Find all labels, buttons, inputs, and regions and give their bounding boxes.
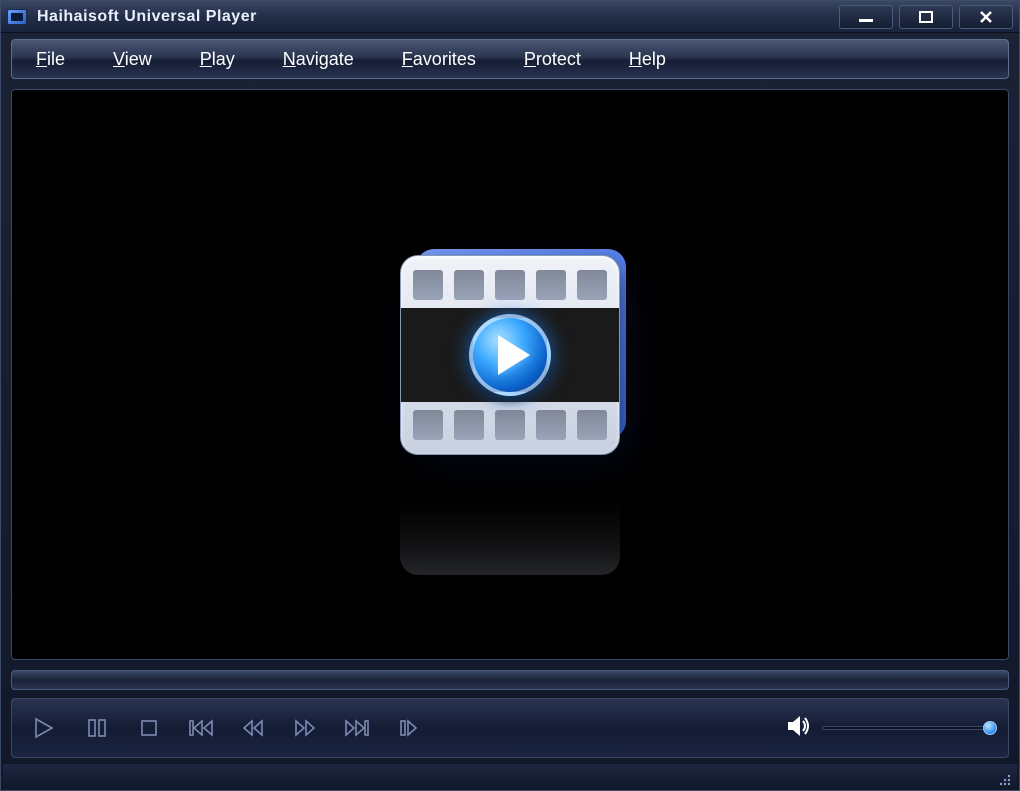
minimize-icon bbox=[857, 10, 875, 24]
previous-button[interactable] bbox=[184, 713, 218, 743]
close-icon bbox=[977, 10, 995, 24]
volume-control bbox=[786, 715, 992, 742]
stop-button[interactable] bbox=[132, 713, 166, 743]
menu-bar: File View Play Navigate Favorites Protec… bbox=[11, 39, 1009, 79]
status-bar bbox=[3, 764, 1017, 788]
menu-file[interactable]: File bbox=[36, 49, 65, 70]
video-area[interactable] bbox=[11, 89, 1009, 660]
menu-favorites[interactable]: Favorites bbox=[402, 49, 476, 70]
rewind-icon bbox=[240, 718, 266, 738]
stop-icon bbox=[138, 717, 160, 739]
forward-button[interactable] bbox=[288, 713, 322, 743]
minimize-button[interactable] bbox=[839, 5, 893, 29]
title-bar[interactable]: Haihaisoft Universal Player bbox=[1, 1, 1019, 33]
menu-help[interactable]: Help bbox=[629, 49, 666, 70]
app-title: Haihaisoft Universal Player bbox=[37, 8, 257, 26]
pause-button[interactable] bbox=[80, 713, 114, 743]
maximize-icon bbox=[917, 10, 935, 24]
app-window: Haihaisoft Universal Player File View Pl… bbox=[0, 0, 1020, 791]
maximize-button[interactable] bbox=[899, 5, 953, 29]
speaker-icon[interactable] bbox=[786, 715, 812, 742]
seek-bar[interactable] bbox=[11, 670, 1009, 690]
menu-protect[interactable]: Protect bbox=[524, 49, 581, 70]
play-icon bbox=[32, 716, 58, 740]
skip-next-icon bbox=[344, 718, 370, 738]
menu-navigate[interactable]: Navigate bbox=[283, 49, 354, 70]
play-button[interactable] bbox=[28, 713, 62, 743]
menu-view[interactable]: View bbox=[113, 49, 152, 70]
app-icon bbox=[7, 9, 27, 25]
volume-thumb[interactable] bbox=[983, 721, 997, 735]
step-frame-button[interactable] bbox=[392, 713, 426, 743]
rewind-button[interactable] bbox=[236, 713, 270, 743]
close-button[interactable] bbox=[959, 5, 1013, 29]
next-button[interactable] bbox=[340, 713, 374, 743]
logo-play-icon bbox=[469, 314, 551, 396]
resize-grip-icon bbox=[997, 772, 1011, 786]
fast-forward-icon bbox=[292, 718, 318, 738]
step-frame-icon bbox=[398, 718, 420, 738]
pause-icon bbox=[86, 717, 108, 739]
control-bar bbox=[11, 698, 1009, 758]
resize-grip[interactable] bbox=[997, 772, 1011, 786]
skip-previous-icon bbox=[188, 718, 214, 738]
menu-play[interactable]: Play bbox=[200, 49, 235, 70]
player-logo bbox=[400, 255, 620, 455]
volume-slider[interactable] bbox=[822, 726, 992, 730]
